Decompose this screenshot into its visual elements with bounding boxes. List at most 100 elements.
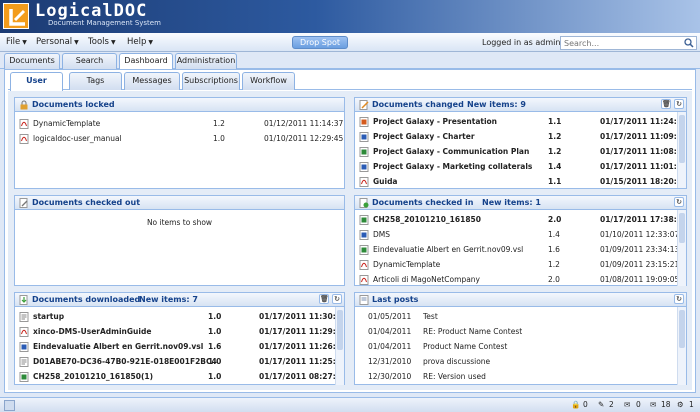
post-subject: RE: Product Name Contest (423, 327, 523, 336)
panel-documents-changed: Documents changed New items: 9 🗑 ↻ Proje… (354, 97, 687, 189)
search-input[interactable] (561, 37, 671, 49)
refresh-icon[interactable]: ↻ (674, 294, 684, 304)
empty-message: No items to show (146, 218, 213, 227)
panel-documents-locked: Documents locked DynamicTemplate 1.2 01/… (14, 97, 345, 189)
status-count-messages: 0 (636, 400, 641, 409)
status-bar: 🔒 0 ✎ 2 ✉ 0 ✉ 18 ⚙ 1 (0, 397, 700, 412)
tab-dashboard[interactable]: Dashboard (119, 53, 173, 70)
chevron-down-icon: ▼ (22, 39, 27, 46)
txt-icon (19, 312, 29, 324)
txt-icon (19, 357, 29, 369)
doc-name: Eindevaluatie Albert en Gerrit.nov09.vsl (33, 342, 204, 351)
message-icon[interactable]: ✉ (624, 400, 630, 409)
refresh-icon[interactable]: ↻ (674, 99, 684, 109)
post-subject: RE: Version used (423, 372, 486, 381)
table-row[interactable]: Project Galaxy - Communication Plan 1.2 … (355, 144, 686, 159)
table-row[interactable]: Guida 1.1 01/15/2011 18:20:46 (355, 174, 686, 188)
delete-icon[interactable]: 🗑 (661, 99, 671, 109)
table-row[interactable]: Project Galaxy - Presentation 1.1 01/17/… (355, 114, 686, 129)
tab-user[interactable]: User (10, 72, 63, 91)
table-row[interactable]: startup 1.0 01/17/2011 11:30:24 (15, 309, 344, 324)
table-row[interactable]: xinco-DMS-UserAdminGuide 1.0 01/17/2011 … (15, 324, 344, 339)
panel-header: Documents downloaded New items: 7 🗑 ↻ (15, 293, 344, 307)
refresh-icon[interactable]: ↻ (332, 294, 342, 304)
post-row[interactable]: 01/04/2011 RE: Product Name Contest (355, 324, 677, 339)
doc-date: 01/17/2011 11:29:06 (259, 327, 344, 336)
scrollbar[interactable] (677, 210, 686, 286)
xls-icon (359, 245, 369, 257)
panel-header: Documents checked out (15, 196, 344, 210)
pdf-icon (19, 134, 29, 146)
tab-workflow[interactable]: Workflow (242, 72, 295, 90)
doc-name: startup (33, 312, 65, 321)
doc-version: 2.0 (548, 275, 560, 284)
panel-title: Last posts (372, 295, 419, 304)
doc-version: 1.0 (213, 134, 225, 143)
workflow-icon[interactable]: ⚙ (677, 400, 684, 409)
table-row[interactable]: DynamicTemplate 1.2 01/12/2011 11:14:37 (15, 116, 343, 131)
tab-tags[interactable]: Tags (69, 72, 122, 90)
post-row[interactable]: 12/31/2010 prova discussione (355, 354, 677, 369)
panel-documents-checked-out: Documents checked out No items to show (14, 195, 345, 286)
table-row[interactable]: logicaldoc-user_manual 1.0 01/10/2011 12… (15, 131, 343, 146)
table-row[interactable]: Articoli di MagoNetCompany 2.0 01/08/201… (355, 272, 680, 286)
table-row[interactable]: CH258_20101210_161850(1) 1.0 01/17/2011 … (15, 369, 344, 384)
scrollbar[interactable] (677, 307, 686, 385)
checkout-icon[interactable]: ✎ (598, 400, 604, 409)
doc-date: 01/08/2011 19:09:05 (600, 275, 680, 284)
table-row[interactable]: DynamicTemplate 1.2 01/09/2011 23:15:21 (355, 257, 679, 272)
doc-version: 1.0 (208, 372, 222, 381)
app-brand: LogicalDOC (35, 1, 148, 21)
doc-name: Articoli di MagoNetCompany (373, 275, 480, 284)
doc-name: xinco-DMS-UserAdminGuide (33, 327, 152, 336)
scrollbar[interactable] (335, 307, 344, 385)
edit-document-icon (359, 100, 369, 112)
menu-file[interactable]: File ▼ (6, 37, 27, 47)
table-row[interactable]: DMS 1.4 01/10/2011 12:33:07 (355, 227, 679, 242)
drop-spot-button[interactable]: Drop Spot (292, 36, 348, 49)
scrollbar-thumb[interactable] (337, 310, 343, 350)
doc-version: 1.1 (548, 117, 562, 126)
header-banner: LogicalDOC Document Management System (0, 0, 700, 33)
table-row[interactable]: Eindevaluatie Albert en Gerrit.nov09.vsl… (355, 242, 679, 257)
table-row[interactable]: CH258_20101210_161850 2.0 01/17/2011 17:… (355, 212, 686, 227)
email-icon[interactable]: ✉ (650, 400, 656, 409)
table-row[interactable]: D01ABE70-DC36-47B0-921E-018E001F2BC4 1.0… (15, 354, 344, 369)
scrollbar-thumb[interactable] (679, 115, 685, 163)
tab-search[interactable]: Search (62, 53, 117, 69)
tab-administration[interactable]: Administration (175, 53, 237, 69)
post-row[interactable]: 01/05/2011 Test (355, 309, 677, 324)
post-row[interactable]: 12/30/2010 RE: Version used (355, 369, 677, 384)
doc-name: Guida (373, 177, 398, 186)
menu-help[interactable]: Help ▼ (127, 37, 153, 47)
panel-body: Project Galaxy - Presentation 1.1 01/17/… (355, 112, 686, 188)
delete-icon[interactable]: 🗑 (319, 294, 329, 304)
search-box (560, 36, 697, 50)
table-row[interactable]: Project Galaxy - Charter 1.2 01/17/2011 … (355, 129, 686, 144)
table-row[interactable]: Project Galaxy - Marketing collaterals 1… (355, 159, 686, 174)
panel-body: CH258_20101210_161850 2.0 01/17/2011 17:… (355, 210, 686, 286)
tab-messages[interactable]: Messages (124, 72, 180, 90)
post-row[interactable]: 01/04/2011 Product Name Contest (355, 339, 677, 354)
pdf-icon (359, 177, 369, 188)
checkin-icon (359, 198, 369, 210)
table-row[interactable]: Eindevaluatie Albert en Gerrit.nov09.vsl… (15, 339, 344, 354)
doc-version: 1.2 (548, 132, 562, 141)
search-icon[interactable] (684, 38, 694, 50)
doc-name: logicaldoc-user_manual (33, 134, 122, 143)
tab-documents[interactable]: Documents (4, 53, 60, 69)
panel-title: Documents changed (372, 100, 464, 109)
doc-date: 01/17/2011 11:26:57 (259, 342, 344, 351)
scrollbar-thumb[interactable] (679, 310, 685, 348)
scrollbar-thumb[interactable] (679, 213, 685, 243)
tab-subscriptions[interactable]: Subscriptions (182, 72, 240, 90)
pdf-icon (19, 327, 29, 339)
chevron-down-icon: ▼ (110, 39, 116, 46)
post-date: 12/30/2010 (368, 372, 412, 381)
menu-tools[interactable]: Tools ▼ (88, 37, 116, 47)
refresh-icon[interactable]: ↻ (674, 197, 684, 207)
lock-icon[interactable]: 🔒 (571, 400, 580, 409)
scrollbar[interactable] (677, 112, 686, 188)
menu-personal[interactable]: Personal ▼ (36, 37, 79, 47)
dashboard-area: Documents locked DynamicTemplate 1.2 01/… (8, 91, 692, 390)
